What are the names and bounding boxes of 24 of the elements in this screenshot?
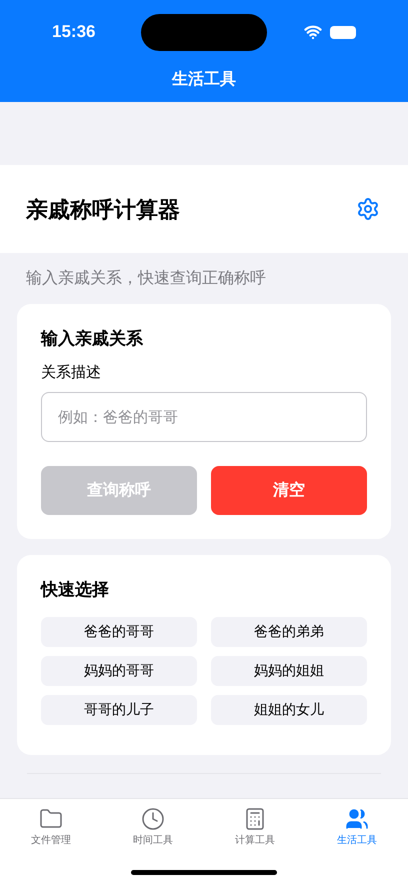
tab-item[interactable]: 生活工具	[306, 807, 408, 848]
people-icon	[345, 807, 369, 831]
field-label: 关系描述	[41, 362, 102, 382]
card-title: 快速选择	[41, 579, 110, 601]
battery-icon	[330, 26, 356, 38]
card-title: 输入亲戚关系	[41, 328, 144, 350]
quick-select-chip[interactable]: 妈妈的姐姐	[211, 656, 367, 686]
clock-icon	[141, 807, 165, 831]
tab-item[interactable]: 文件管理	[0, 807, 102, 848]
subtitle: 输入亲戚关系，快速查询正确称呼	[26, 270, 266, 287]
quick-select-chip[interactable]: 妈妈的哥哥	[41, 656, 197, 686]
wifi-icon	[304, 23, 322, 41]
quick-select-chip[interactable]: 哥哥的儿子	[41, 694, 197, 724]
status-time: 15:36	[52, 21, 96, 44]
clear-button[interactable]: 清空	[211, 466, 367, 515]
tab-item[interactable]: 时间工具	[102, 807, 204, 848]
relation-input-field[interactable]: 例如：爸爸的哥哥	[41, 392, 367, 442]
quick-select-chip[interactable]: 姐姐的女儿	[211, 694, 367, 724]
folder-icon	[39, 807, 63, 831]
quick-select-chip[interactable]: 爸爸的哥哥	[41, 616, 197, 646]
page-title: 亲戚称呼计算器	[26, 196, 180, 224]
nav-title: 生活工具	[172, 70, 236, 90]
quick-select-chip[interactable]: 爸爸的弟弟	[211, 616, 367, 646]
tab-item[interactable]: 计算工具	[204, 807, 306, 848]
